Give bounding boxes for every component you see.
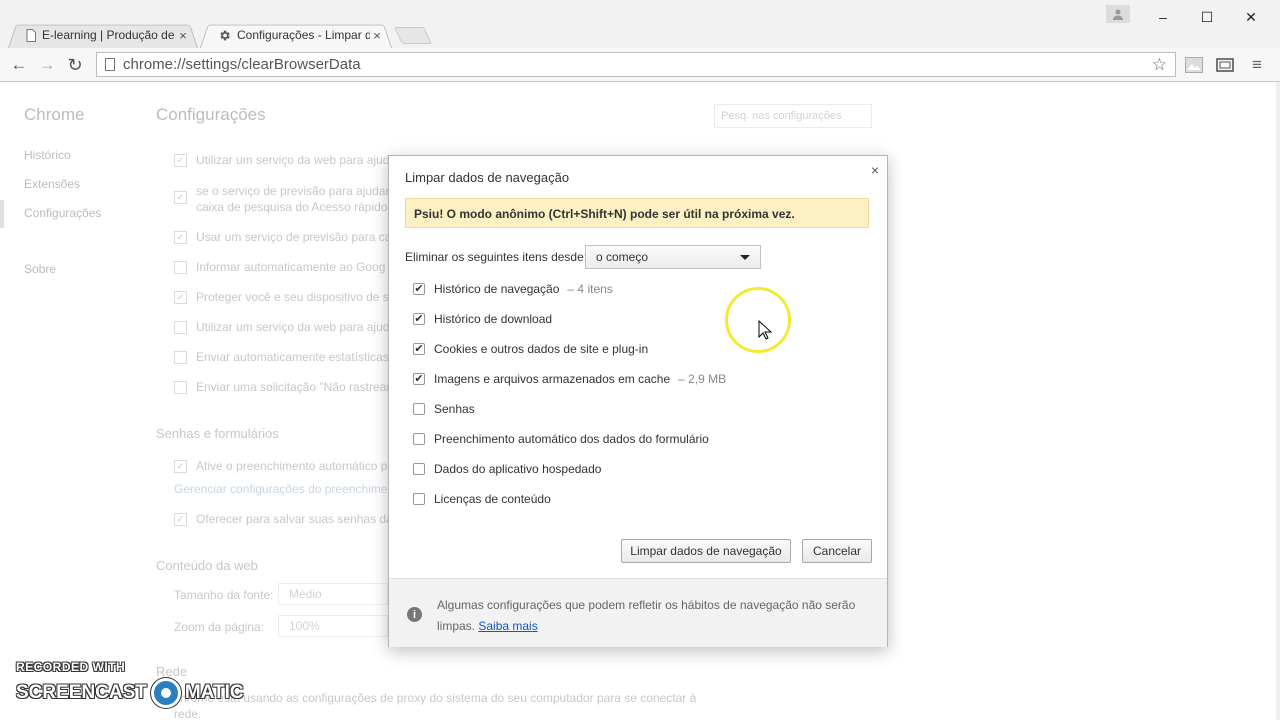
checkbox-unchecked[interactable]	[413, 433, 425, 445]
title-bar: E-learning | Produção de × Configurações…	[0, 0, 1280, 48]
option-browsing-history[interactable]: ✔ Histórico de navegação – 4 itens	[413, 282, 613, 296]
dialog-close-icon[interactable]: ×	[871, 162, 879, 178]
checkbox-unchecked[interactable]	[413, 493, 425, 505]
clear-browsing-data-dialog: Limpar dados de navegação × Psiu! O modo…	[388, 155, 888, 647]
dialog-title: Limpar dados de navegação	[405, 170, 570, 185]
page-icon	[105, 58, 115, 71]
watermark-recorded: RECORDED WITH	[16, 660, 126, 674]
checkbox-checked[interactable]: ✔	[413, 313, 425, 325]
option-autofill[interactable]: Preenchimento automático dos dados do fo…	[413, 432, 709, 446]
gear-icon	[220, 30, 230, 40]
profile-icon[interactable]	[1106, 5, 1130, 23]
bookmark-star-icon[interactable]: ☆	[1152, 55, 1167, 75]
url-text: chrome://settings/clearBrowserData	[123, 56, 361, 73]
dropdown-caret-icon	[740, 254, 750, 260]
cast-icon[interactable]	[1215, 56, 1235, 74]
footer-text: Algumas configurações que podem refletir…	[437, 598, 856, 633]
option-download-history[interactable]: ✔ Histórico de download	[413, 312, 552, 326]
tab-title: Configurações - Limpar d	[237, 28, 370, 42]
document-icon	[26, 28, 36, 42]
checkbox-unchecked[interactable]	[413, 463, 425, 475]
close-window-button[interactable]: ✕	[1228, 6, 1274, 28]
screencast-watermark: RECORDED WITH SCREENCAST MATIC	[16, 660, 244, 708]
incognito-tip-banner: Psiu! O modo anônimo (Ctrl+Shift+N) pode…	[405, 198, 869, 228]
new-tab-button[interactable]	[394, 27, 432, 44]
back-button[interactable]: ←	[8, 54, 30, 76]
mouse-cursor-icon	[758, 320, 772, 340]
info-icon: i	[407, 607, 422, 622]
reload-button[interactable]: ↻	[64, 54, 86, 76]
time-range-label: Eliminar os seguintes itens desde:	[405, 250, 588, 264]
minimize-button[interactable]: –	[1140, 6, 1186, 28]
option-content-licenses[interactable]: Licenças de conteúdo	[413, 492, 551, 506]
time-range-value: o começo	[596, 250, 649, 264]
watermark-logo-icon	[150, 678, 181, 708]
tab-elearning[interactable]: E-learning | Produção de ×	[8, 22, 198, 48]
watermark-right: MATIC	[184, 682, 244, 703]
tab-configuracoes[interactable]: Configurações - Limpar d ×	[200, 22, 392, 48]
tab-close-icon[interactable]: ×	[370, 28, 384, 43]
tab-title: E-learning | Produção de	[42, 28, 175, 42]
clear-browsing-data-button[interactable]: Limpar dados de navegação	[621, 539, 791, 563]
option-cookies[interactable]: ✔ Cookies e outros dados de site e plug-i…	[413, 342, 648, 356]
learn-more-link[interactable]: Saiba mais	[478, 619, 537, 633]
checkbox-checked[interactable]: ✔	[413, 343, 425, 355]
dialog-footer: i Algumas configurações que podem reflet…	[389, 578, 887, 647]
option-hosted-app-data[interactable]: Dados do aplicativo hospedado	[413, 462, 601, 476]
time-range-select[interactable]: o começo	[585, 245, 761, 269]
option-passwords[interactable]: Senhas	[413, 402, 475, 416]
watermark-left: SCREENCAST	[16, 682, 147, 703]
address-bar[interactable]: chrome://settings/clearBrowserData ☆	[96, 52, 1176, 77]
menu-icon[interactable]: ≡	[1247, 55, 1267, 74]
option-cache[interactable]: ✔ Imagens e arquivos armazenados em cache…	[413, 372, 726, 386]
checkbox-unchecked[interactable]	[413, 403, 425, 415]
checkbox-checked[interactable]: ✔	[413, 283, 425, 295]
forward-button[interactable]: →	[36, 54, 58, 76]
tab-close-icon[interactable]: ×	[176, 28, 190, 43]
cancel-button[interactable]: Cancelar	[802, 539, 872, 563]
maximize-button[interactable]: ☐	[1184, 6, 1230, 28]
checkbox-checked[interactable]: ✔	[413, 373, 425, 385]
browser-toolbar: ← → ↻ chrome://settings/clearBrowserData…	[0, 48, 1280, 82]
extension-icon[interactable]	[1184, 56, 1204, 74]
